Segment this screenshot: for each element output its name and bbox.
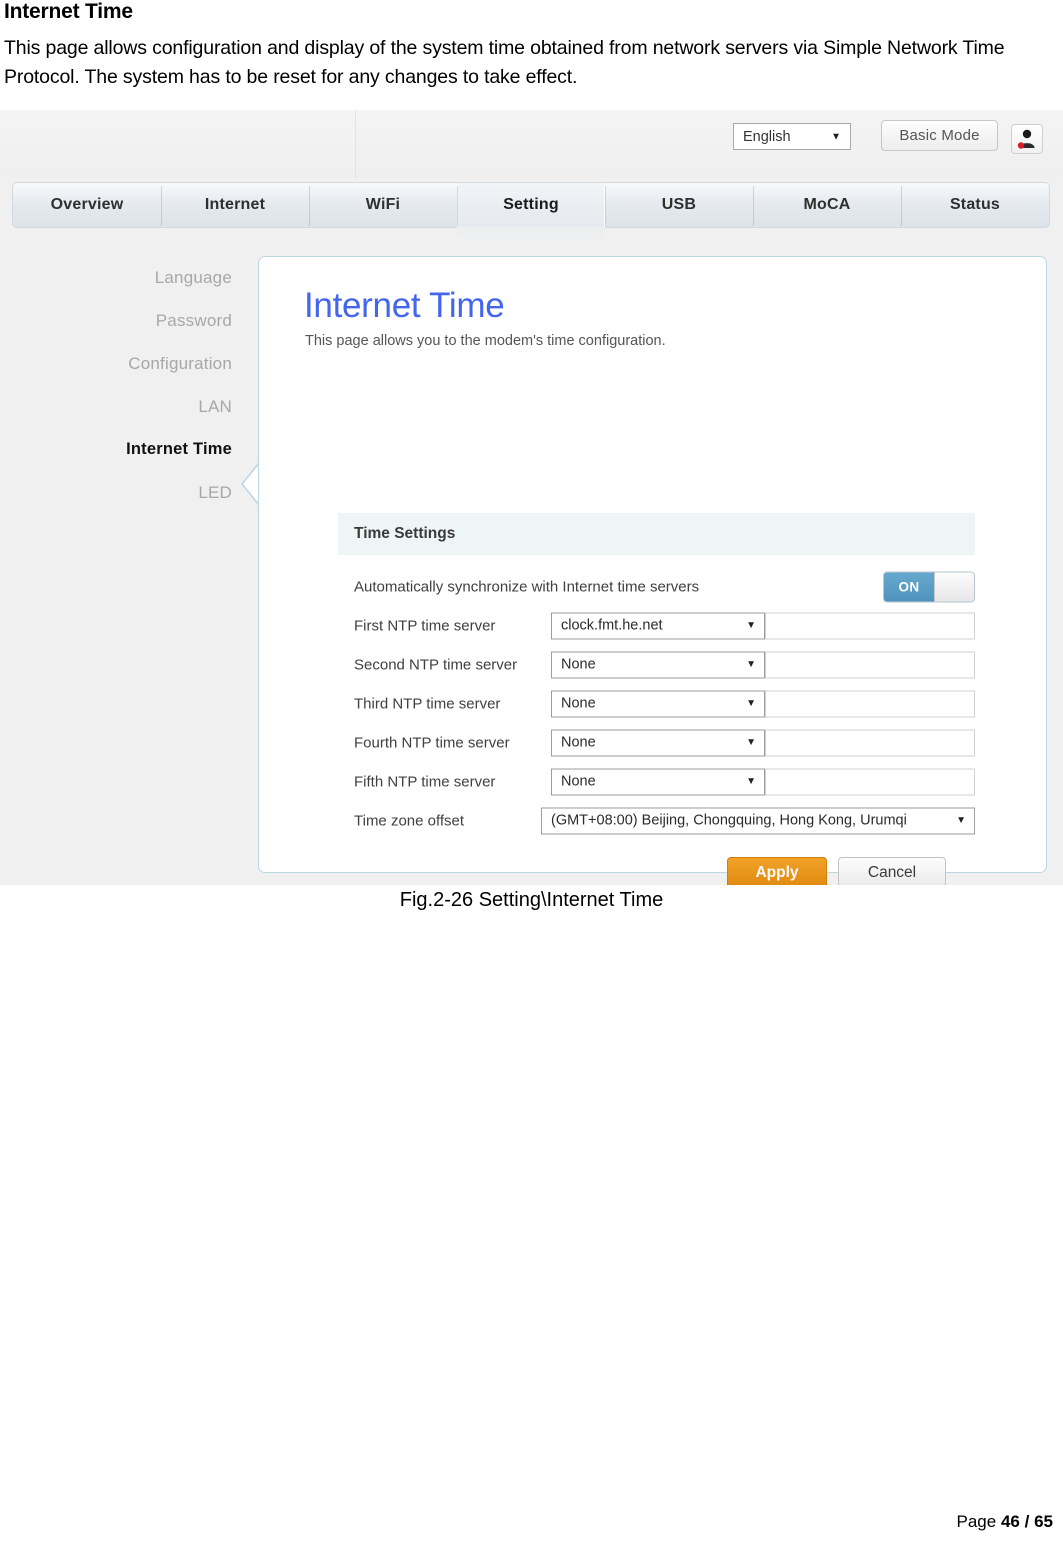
cancel-button[interactable]: Cancel <box>838 857 946 885</box>
footer-label: Page <box>956 1512 997 1531</box>
sidebar-item-label: Configuration <box>128 354 232 373</box>
select-value: clock.fmt.he.net <box>561 617 663 634</box>
page-paragraph: This page allows configuration and displ… <box>4 37 1005 88</box>
tab-label: MoCA <box>803 196 851 213</box>
tab-label: Internet <box>204 196 266 213</box>
tab-internet[interactable]: Internet <box>161 183 309 227</box>
sidebar-item-led[interactable]: LED <box>60 471 240 514</box>
footer-current-page: 46 <box>1000 1512 1020 1531</box>
tab-label: Overview <box>50 196 124 213</box>
tab-label: USB <box>661 196 697 213</box>
footer-total-pages: 65 <box>1034 1512 1053 1531</box>
header-divider <box>355 110 356 178</box>
main-tab-bar: Overview Internet WiFi Setting USB MoCA … <box>12 182 1050 238</box>
fifth-ntp-input[interactable] <box>765 768 975 795</box>
select-value: (GMT+08:00) Beijing, Chongquing, Hong Ko… <box>551 812 907 829</box>
fourth-ntp-select[interactable]: None ▼ <box>551 729 765 756</box>
router-ui-screenshot: English ▼ Basic Mode Overview Internet W… <box>0 110 1063 885</box>
tab-label: Status <box>949 196 1001 213</box>
tab-overview[interactable]: Overview <box>13 183 161 227</box>
toggle-knob <box>934 572 974 601</box>
auto-sync-toggle[interactable]: ON <box>883 571 975 602</box>
fifth-ntp-label: Fifth NTP time server <box>354 773 496 790</box>
sidebar-item-configuration[interactable]: Configuration <box>60 342 240 385</box>
language-select-value: English <box>743 128 791 145</box>
apply-button[interactable]: Apply <box>727 857 827 885</box>
chevron-down-icon: ▼ <box>746 776 756 787</box>
toggle-on-label: ON <box>884 572 934 601</box>
sidebar-item-internet-time[interactable]: Internet Time <box>60 428 240 471</box>
second-ntp-input[interactable] <box>765 651 975 678</box>
chevron-down-icon: ▼ <box>746 737 756 748</box>
page-footer: Page 46 / 65 <box>957 1512 1053 1532</box>
select-value: None <box>561 695 596 712</box>
select-value: None <box>561 656 596 673</box>
form-actions: Apply Cancel <box>338 857 975 885</box>
panel-title: Internet Time <box>304 286 505 325</box>
language-select[interactable]: English ▼ <box>733 123 851 150</box>
sidebar-item-language[interactable]: Language <box>60 256 240 299</box>
page-title: Internet Time <box>4 0 133 23</box>
apply-label: Apply <box>755 864 799 881</box>
row-fifth-ntp: Fifth NTP time server None ▼ <box>338 762 975 801</box>
second-ntp-select[interactable]: None ▼ <box>551 651 765 678</box>
first-ntp-select[interactable]: clock.fmt.he.net ▼ <box>551 612 765 639</box>
sidebar-item-label: Internet Time <box>126 440 232 458</box>
second-ntp-label: Second NTP time server <box>354 656 518 673</box>
cancel-label: Cancel <box>867 864 917 881</box>
third-ntp-select[interactable]: None ▼ <box>551 690 765 717</box>
select-value: None <box>561 773 596 790</box>
sidebar-item-label: Language <box>154 268 232 287</box>
timezone-label: Time zone offset <box>354 812 465 829</box>
row-fourth-ntp: Fourth NTP time server None ▼ <box>338 723 975 762</box>
fifth-ntp-select[interactable]: None ▼ <box>551 768 765 795</box>
basic-mode-button[interactable]: Basic Mode <box>881 120 998 151</box>
sidebar-item-password[interactable]: Password <box>60 299 240 342</box>
third-ntp-label: Third NTP time server <box>354 695 501 712</box>
first-ntp-input[interactable] <box>765 612 975 639</box>
fourth-ntp-label: Fourth NTP time server <box>354 734 510 751</box>
section-header-label: Time Settings <box>354 525 456 542</box>
row-timezone: Time zone offset (GMT+08:00) Beijing, Ch… <box>338 801 975 840</box>
row-third-ntp: Third NTP time server None ▼ <box>338 684 975 723</box>
router-header-bar: English ▼ Basic Mode <box>0 110 1063 178</box>
user-account-icon[interactable] <box>1011 124 1043 154</box>
figure-caption: Fig.2-26 Setting\Internet Time <box>399 889 664 911</box>
document-page: Internet Time This page allows configura… <box>0 0 1063 1542</box>
chevron-down-icon: ▼ <box>746 620 756 631</box>
chevron-down-icon: ▼ <box>746 659 756 670</box>
tab-wifi[interactable]: WiFi <box>309 183 457 227</box>
tab-label: Setting <box>503 196 559 213</box>
tab-setting[interactable]: Setting <box>457 183 605 238</box>
tab-label: WiFi <box>365 196 401 213</box>
sidebar-item-lan[interactable]: LAN <box>60 385 240 428</box>
chevron-down-icon: ▼ <box>831 131 841 142</box>
tab-usb[interactable]: USB <box>605 183 753 227</box>
content-panel: Internet Time This page allows you to th… <box>258 256 1047 885</box>
time-settings-form: Automatically synchronize with Internet … <box>338 567 975 840</box>
select-value: None <box>561 734 596 751</box>
user-account-glyph <box>1017 129 1035 149</box>
chevron-down-icon: ▼ <box>746 698 756 709</box>
row-auto-sync: Automatically synchronize with Internet … <box>338 567 975 606</box>
third-ntp-input[interactable] <box>765 690 975 717</box>
row-first-ntp: First NTP time server clock.fmt.he.net ▼ <box>338 606 975 645</box>
panel-subtitle: This page allows you to the modem's time… <box>305 333 666 349</box>
sidebar-item-label: LED <box>198 483 232 502</box>
fourth-ntp-input[interactable] <box>765 729 975 756</box>
sidebar-item-label: LAN <box>198 397 232 416</box>
sidebar-item-label: Password <box>155 311 232 330</box>
auto-sync-label: Automatically synchronize with Internet … <box>354 578 700 595</box>
tab-status[interactable]: Status <box>901 183 1049 227</box>
timezone-select[interactable]: (GMT+08:00) Beijing, Chongquing, Hong Ko… <box>541 807 975 834</box>
settings-sidebar: Language Password Configuration LAN Inte… <box>60 256 240 676</box>
basic-mode-label: Basic Mode <box>899 127 980 144</box>
active-item-chevron-left-icon <box>240 462 260 506</box>
tab-moca[interactable]: MoCA <box>753 183 901 227</box>
first-ntp-label: First NTP time server <box>354 617 496 634</box>
time-settings-section-header: Time Settings <box>338 513 975 555</box>
chevron-down-icon: ▼ <box>956 815 966 826</box>
footer-separator: / <box>1024 1512 1030 1531</box>
row-second-ntp: Second NTP time server None ▼ <box>338 645 975 684</box>
